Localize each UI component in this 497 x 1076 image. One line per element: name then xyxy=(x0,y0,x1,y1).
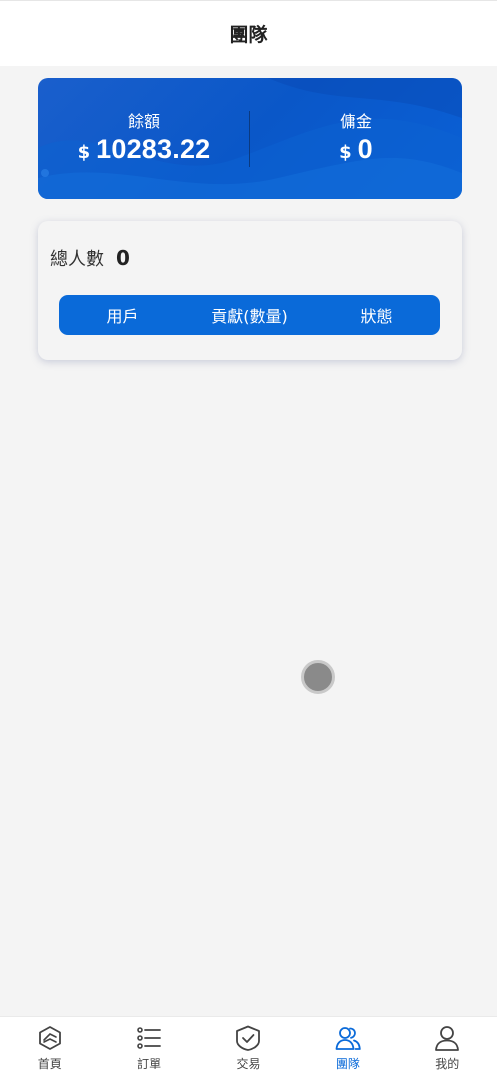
tab-team[interactable]: 團隊 xyxy=(298,1017,397,1076)
users-icon xyxy=(335,1027,361,1050)
header: 團隊 xyxy=(0,0,497,66)
commission-column: 傭金 $ 0 xyxy=(250,78,462,199)
column-header-user[interactable]: 用戶 xyxy=(59,303,186,327)
column-header-status[interactable]: 狀態 xyxy=(313,303,440,327)
tab-orders[interactable]: 訂單 xyxy=(99,1017,198,1076)
balance-value: 10283.22 xyxy=(96,134,211,164)
commission-label: 傭金 xyxy=(339,112,372,131)
tab-trade[interactable]: 交易 xyxy=(199,1017,298,1076)
bottom-tab-bar: 首頁 訂單 交易 團隊 我的 xyxy=(0,1016,497,1076)
shield-check-icon xyxy=(236,1025,261,1051)
tab-label: 團隊 xyxy=(335,1057,360,1071)
commission-value: 0 xyxy=(357,134,373,164)
tab-label: 首頁 xyxy=(37,1057,62,1071)
page-title: 團隊 xyxy=(229,24,268,46)
total-members-label: 總人數 xyxy=(50,249,104,270)
user-icon xyxy=(435,1026,460,1051)
tab-label: 交易 xyxy=(236,1057,261,1071)
team-card: 總人數 0 用戶 貢獻(數量) 狀態 xyxy=(38,221,462,360)
balance-currency: $ xyxy=(77,142,91,163)
balance-label: 餘額 xyxy=(127,112,160,131)
loading-indicator xyxy=(301,660,335,694)
list-icon xyxy=(137,1027,161,1049)
commission-currency: $ xyxy=(339,142,352,163)
total-members-value: 0 xyxy=(116,246,130,270)
tab-label: 訂單 xyxy=(137,1057,162,1071)
tab-home[interactable]: 首頁 xyxy=(0,1017,99,1076)
balance-column: 餘額 $ 10283.22 xyxy=(38,78,250,199)
tab-label: 我的 xyxy=(435,1057,460,1071)
home-cube-icon xyxy=(38,1026,61,1050)
tab-mine[interactable]: 我的 xyxy=(398,1017,497,1076)
balance-card: 餘額 $ 10283.22 傭金 $ 0 xyxy=(38,78,462,199)
column-header-contribution[interactable]: 貢獻(數量) xyxy=(186,303,313,327)
team-table-header: 用戶 貢獻(數量) 狀態 xyxy=(59,295,440,335)
total-members-row: 總人數 0 xyxy=(50,245,130,271)
app-root: 團隊 餘額 $ 10283.22 傭金 $ 0 總人數 0 用戶 貢獻(數量) … xyxy=(0,0,497,1076)
